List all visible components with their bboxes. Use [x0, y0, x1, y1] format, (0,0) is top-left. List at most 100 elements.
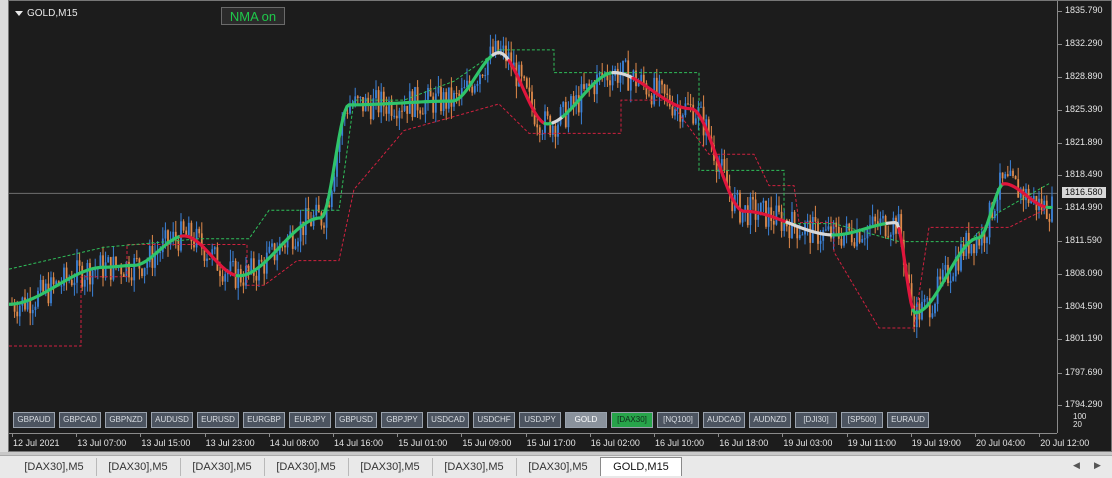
symbol-button-euraud[interactable]: EURAUD [887, 412, 929, 428]
candle-body [221, 276, 224, 282]
symbol-button-gold[interactable]: GOLD [565, 412, 607, 428]
candle-body [91, 270, 94, 285]
time-axis[interactable]: 12 Jul 2021 13 Jul 07:00 13 Jul 15:00 13 Ju… [9, 433, 1089, 452]
candle-body [546, 111, 549, 116]
symbol-button-eurusd[interactable]: EURUSD [197, 412, 239, 428]
symbol-button-gbpcad[interactable]: GBPCAD [59, 412, 101, 428]
price-label: 1828.890 [1065, 70, 1103, 81]
time-tick [782, 434, 784, 437]
candle-body [1014, 176, 1017, 180]
nma-line-segment [179, 234, 239, 278]
chart-tab[interactable]: [DAX30],M5 [348, 458, 433, 476]
candle-body [476, 84, 479, 86]
candle-body [73, 282, 76, 286]
candle-body [411, 91, 414, 117]
candle-body [463, 87, 466, 89]
candle-body [520, 64, 523, 77]
symbol-button-gbpjpy[interactable]: GBPJPY [381, 412, 423, 428]
price-axis[interactable]: 1816.580 1835.790 1832.290 1828.890 1825.39… [1057, 1, 1112, 433]
price-label: 1804.590 [1065, 301, 1103, 312]
candle-body [666, 93, 669, 96]
price-label: 1835.790 [1065, 5, 1103, 15]
candle-body [247, 265, 250, 271]
candle-body [81, 265, 84, 287]
time-label: 20 Jul 12:00 [1040, 438, 1090, 448]
symbol-button-sp500[interactable]: [SP500] [841, 412, 883, 428]
symbol-button-nq100[interactable]: [NQ100] [657, 412, 699, 428]
chart-tab[interactable]: [DAX30],M5 [432, 458, 517, 476]
candle-body [182, 221, 185, 231]
chart-tab[interactable]: [DAX30],M5 [96, 458, 181, 476]
price-chart-area[interactable]: GOLD,M15 NMA on [9, 1, 1057, 407]
candle-body [349, 106, 351, 114]
symbol-button-dji30[interactable]: [DJI30] [795, 412, 837, 428]
chart-window[interactable]: GOLD,M15 NMA on 1816.580 1835.790 1832.29… [8, 0, 1112, 452]
candle-body [356, 96, 359, 98]
candle-body [16, 311, 19, 317]
candle-body [47, 283, 50, 304]
candle-body [824, 229, 827, 231]
zoom-bottom-value: 20 [1073, 420, 1082, 429]
candle-body [549, 115, 552, 135]
candle-body [242, 282, 245, 286]
candle-body [130, 277, 133, 281]
candle-body [700, 106, 702, 108]
candle-body [437, 87, 440, 94]
price-label: 1797.690 [1065, 366, 1103, 377]
chart-tab-bar: ◀ ▶ [DAX30],M5 [DAX30],M5 [DAX30],M5 [DAX30… [0, 455, 1112, 478]
chart-tab-active[interactable]: GOLD,M15 [600, 457, 682, 476]
candle-body [1001, 172, 1004, 179]
chart-tab[interactable]: [DAX30],M5 [180, 458, 265, 476]
candle-body [177, 239, 180, 251]
candle-body [208, 258, 211, 260]
candle-body [736, 192, 739, 195]
nma-toggle-button[interactable]: NMA on [221, 7, 285, 25]
symbol-button-audcad[interactable]: AUDCAD [703, 412, 745, 428]
symbol-button-audusd[interactable]: AUDUSD [151, 412, 193, 428]
time-label: 15 Jul 01:00 [398, 438, 448, 448]
candle-body [159, 252, 162, 254]
candle-body [663, 84, 666, 94]
symbol-button-usdcad[interactable]: USDCAD [427, 412, 469, 428]
nma-line-segment [1001, 182, 1049, 209]
candle-body [143, 267, 146, 276]
symbol-button-eurgbp[interactable]: EURGBP [243, 412, 285, 428]
chart-symbol-label[interactable]: GOLD,M15 [15, 8, 78, 19]
chart-tab[interactable]: [DAX30],M5 [264, 458, 349, 476]
candle-body [798, 235, 801, 239]
candle-body [164, 230, 167, 239]
time-label: 12 Jul 2021 [13, 438, 60, 448]
time-tick [12, 434, 13, 437]
chart-tab[interactable]: [DAX30],M5 [12, 458, 97, 476]
candle-body [141, 268, 143, 276]
symbol-button-gbpaud[interactable]: GBPAUD [13, 412, 55, 428]
time-tick [846, 434, 848, 437]
candle-body [934, 303, 936, 314]
chart-symbol-text: GOLD,M15 [27, 8, 78, 19]
time-label: 13 Jul 23:00 [205, 438, 255, 448]
candle-body [297, 241, 299, 247]
candle-body [694, 118, 697, 124]
nma-line-segment [235, 53, 495, 278]
tab-scroll-left-icon[interactable]: ◀ [1073, 460, 1080, 471]
candle-body [757, 215, 760, 220]
symbol-button-dax30[interactable]: [DAX30] [611, 412, 653, 428]
candle-body [830, 226, 832, 239]
time-tick [654, 434, 655, 437]
candle-body [237, 268, 240, 288]
candle-body [648, 94, 650, 96]
candle-body [557, 124, 559, 137]
symbol-button-usdjpy[interactable]: USDJPY [519, 412, 561, 428]
symbol-button-usdchf[interactable]: USDCHF [473, 412, 515, 428]
candle-body [216, 247, 219, 271]
symbol-button-audnzd[interactable]: AUDNZD [749, 412, 791, 428]
symbol-button-gbpnzd[interactable]: GBPNZD [105, 412, 147, 428]
symbol-button-gbpusd[interactable]: GBPUSD [335, 412, 377, 428]
tab-scroll-right-icon[interactable]: ▶ [1094, 460, 1101, 471]
symbol-button-eurjpy[interactable]: EURJPY [289, 412, 331, 428]
candle-body [835, 222, 838, 227]
chart-tab[interactable]: [DAX30],M5 [516, 458, 601, 476]
candle-body [848, 223, 851, 231]
collapse-triangle-icon[interactable] [15, 10, 23, 16]
candle-body [689, 104, 692, 106]
